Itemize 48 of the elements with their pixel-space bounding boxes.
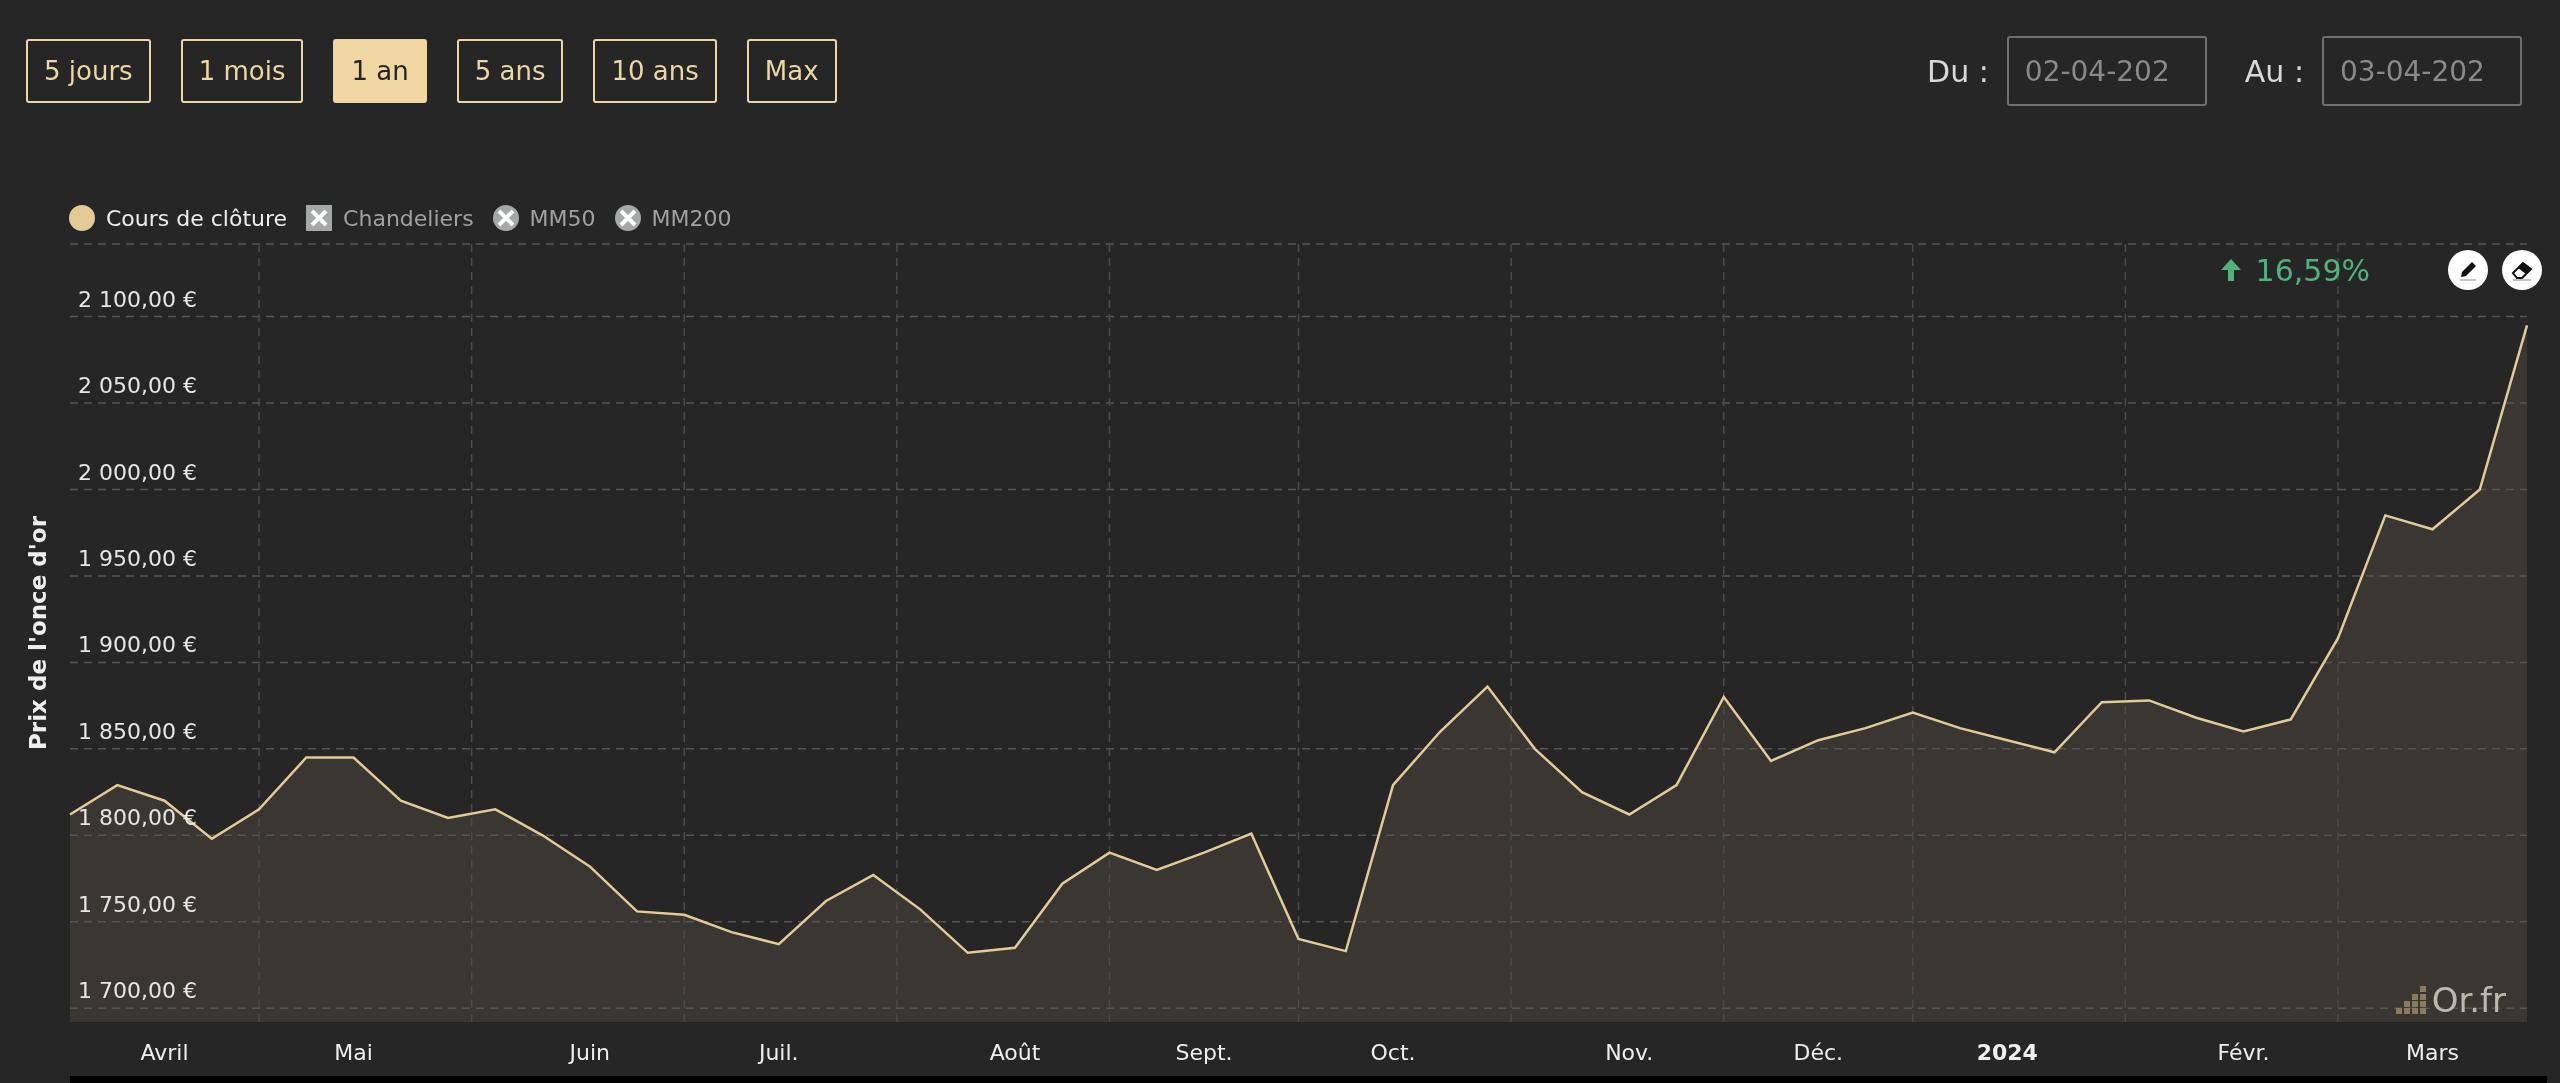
y-axis-label: 1 850,00 € [78, 718, 197, 744]
period-button[interactable]: Max [746, 39, 837, 103]
change-percent: 16,59% [2255, 252, 2370, 288]
x-axis-label: Sept. [1175, 1040, 1233, 1065]
legend-item[interactable]: MM200 [613, 204, 732, 232]
y-axis-label: 2 100,00 € [78, 286, 197, 312]
y-axis-label: 1 900,00 € [78, 632, 197, 658]
pencil-icon [2457, 259, 2479, 281]
legend-label: MM50 [529, 205, 596, 231]
period-button[interactable]: 1 an [333, 39, 427, 103]
period-button[interactable]: 10 ans [593, 39, 717, 103]
from-label: Du : [1927, 53, 1989, 89]
legend-label: Chandeliers [343, 205, 474, 231]
y-axis-label: 2 050,00 € [78, 373, 197, 399]
legend-item[interactable]: Chandeliers [305, 204, 474, 232]
eraser-icon [2510, 259, 2534, 281]
legend-item[interactable]: MM50 [491, 204, 596, 232]
period-button[interactable]: 5 ans [456, 39, 564, 103]
logo-text: Or.fr [2431, 980, 2506, 1020]
x-axis-label: Nov. [1605, 1040, 1654, 1065]
y-axis-label: 1 950,00 € [78, 545, 197, 571]
x-axis-label: Déc. [1793, 1040, 1844, 1065]
y-axis-label: 2 000,00 € [78, 459, 197, 485]
y-axis-label: 1 750,00 € [78, 891, 197, 917]
x-axis-label: 2024 [1976, 1040, 2038, 1065]
navigator-scrollbar[interactable] [70, 1076, 2547, 1083]
x-axis-label: Juil. [758, 1040, 799, 1065]
x-axis-label: Juin [569, 1040, 610, 1065]
arrow-up-icon [2219, 258, 2242, 282]
to-date-field[interactable]: 03-04-202 [2322, 36, 2522, 106]
legend-label: MM200 [651, 205, 732, 231]
y-axis-title: Prix de l'once d'or [25, 516, 51, 750]
ingot-stack-icon [2395, 986, 2426, 1014]
y-axis-label: 1 700,00 € [78, 978, 197, 1004]
period-button[interactable]: 5 jours [26, 39, 151, 103]
x-axis-label: Févr. [2217, 1040, 2270, 1065]
period-button[interactable]: 1 mois [180, 39, 304, 103]
pencil-button[interactable] [2448, 250, 2488, 290]
x-axis-label: Mai [334, 1040, 373, 1065]
x-axis-label: Août [989, 1040, 1041, 1065]
eraser-button[interactable] [2502, 250, 2542, 290]
legend-item[interactable]: Cours de clôture [68, 204, 288, 232]
to-label: Au : [2244, 53, 2304, 89]
x-axis-label: Oct. [1370, 1040, 1416, 1065]
x-axis-label: Avril [140, 1040, 189, 1065]
from-date-field[interactable]: 02-04-202 [2006, 36, 2207, 106]
legend-label: Cours de clôture [106, 205, 288, 231]
x-axis-label: Mars [2406, 1040, 2459, 1065]
